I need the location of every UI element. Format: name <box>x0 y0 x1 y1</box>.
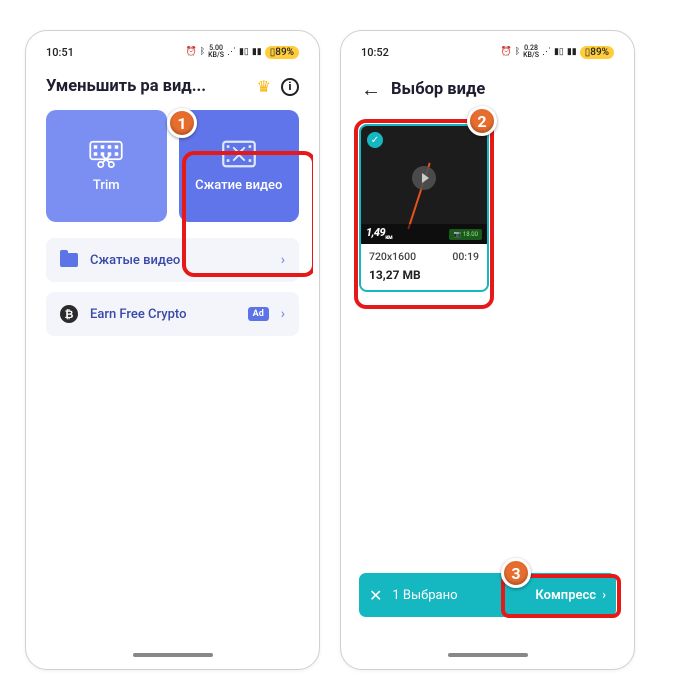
compress-tile[interactable]: Сжатие видео <box>179 110 300 222</box>
selected-check-icon: ✓ <box>367 132 383 148</box>
selected-count: 1 Выбрано <box>392 588 457 603</box>
speed-readout: 1,49км <box>366 226 392 241</box>
menu-list: Сжатые видео › ₿ Earn Free Crypto Ad › <box>32 222 313 336</box>
battery-indicator: ▯89% <box>580 46 614 59</box>
thumbnail-overlay: 1,49км 📷 18.00 <box>361 224 487 244</box>
selection-bar: ✕ 1 Выбрано Компресс › <box>359 573 616 617</box>
wifi-icon: ⋰ <box>542 47 551 57</box>
compress-label: Сжатие видео <box>195 178 282 193</box>
step-badge-2: 2 <box>467 106 497 136</box>
phone-frame-right: 10:52 ⏰ ᛒ 0.28KB/S ⋰ ▮▯ ▮▮ ▯89% ← Выбор … <box>340 30 635 670</box>
signal-icon: ▮▮ <box>252 47 262 57</box>
status-time: 10:51 <box>46 46 74 59</box>
battery-indicator: ▯89% <box>265 46 299 59</box>
signal-icon: ▮▯ <box>239 47 249 57</box>
status-bar: 10:51 ⏰ ᛒ 5.00KB/S ⋰ ▮▯ ▮▮ ▯89% <box>32 37 313 67</box>
close-icon[interactable]: ✕ <box>369 586 382 605</box>
compress-button-label: Компресс <box>535 588 596 603</box>
video-resolution: 720x1600 <box>369 250 416 263</box>
app-header: Уменьшить ра вид... ♛ i <box>32 67 313 110</box>
video-size: 13,27 MB <box>369 268 479 282</box>
earn-crypto-row[interactable]: ₿ Earn Free Crypto Ad › <box>46 292 299 336</box>
alarm-icon: ⏰ <box>501 47 512 57</box>
phone-frame-left: 10:51 ⏰ ᛒ 5.00KB/S ⋰ ▮▯ ▮▮ ▯89% Уменьшит… <box>25 30 320 670</box>
home-indicator[interactable] <box>448 653 528 657</box>
play-icon[interactable] <box>412 166 436 190</box>
network-speed: 5.00KB/S <box>208 45 224 59</box>
film-trim-icon <box>88 140 124 168</box>
bitcoin-icon: ₿ <box>60 305 78 323</box>
gps-chip: 📷 18.00 <box>449 229 482 240</box>
chevron-right-icon: › <box>281 252 285 268</box>
video-meta: 720x1600 00:19 13,27 MB <box>361 244 487 290</box>
film-compress-icon <box>221 140 257 168</box>
trim-label: Trim <box>93 178 120 193</box>
video-duration: 00:19 <box>452 250 479 263</box>
bluetooth-icon: ᛒ <box>200 47 205 57</box>
signal-icon: ▮▮ <box>567 47 577 57</box>
home-indicator[interactable] <box>133 653 213 657</box>
page-title: Выбор виде <box>391 80 614 99</box>
back-arrow-icon[interactable]: ← <box>361 77 381 102</box>
video-card[interactable]: ✓ 1,49км 📷 18.00 720x1600 00:19 13,27 MB <box>359 124 489 292</box>
compressed-videos-label: Сжатые видео <box>90 253 180 268</box>
wifi-icon: ⋰ <box>227 47 236 57</box>
alarm-icon: ⏰ <box>186 47 197 57</box>
status-time: 10:52 <box>361 46 389 59</box>
compress-button[interactable]: Компресс › <box>535 588 606 603</box>
video-thumbnail: ✓ 1,49км 📷 18.00 <box>361 126 487 244</box>
folder-icon <box>60 253 78 267</box>
chevron-right-icon: › <box>281 306 285 322</box>
page-title: Уменьшить ра вид... <box>46 77 247 96</box>
signal-icon: ▮▯ <box>554 47 564 57</box>
network-speed: 0.28KB/S <box>523 45 539 59</box>
bluetooth-icon: ᛒ <box>515 47 520 57</box>
earn-crypto-label: Earn Free Crypto <box>90 307 186 322</box>
compressed-videos-row[interactable]: Сжатые видео › <box>46 238 299 282</box>
step-badge-1: 1 <box>167 108 197 138</box>
status-indicators: ⏰ ᛒ 0.28KB/S ⋰ ▮▯ ▮▮ ▯89% <box>501 45 615 59</box>
status-bar: 10:52 ⏰ ᛒ 0.28KB/S ⋰ ▮▯ ▮▮ ▯89% <box>347 37 628 67</box>
trim-tile[interactable]: Trim <box>46 110 167 222</box>
step-badge-3: 3 <box>501 558 531 588</box>
chevron-right-icon: › <box>602 588 606 603</box>
status-indicators: ⏰ ᛒ 5.00KB/S ⋰ ▮▯ ▮▮ ▯89% <box>186 45 300 59</box>
ad-badge: Ad <box>248 307 269 321</box>
info-icon[interactable]: i <box>281 78 299 96</box>
crown-icon[interactable]: ♛ <box>257 77 271 96</box>
